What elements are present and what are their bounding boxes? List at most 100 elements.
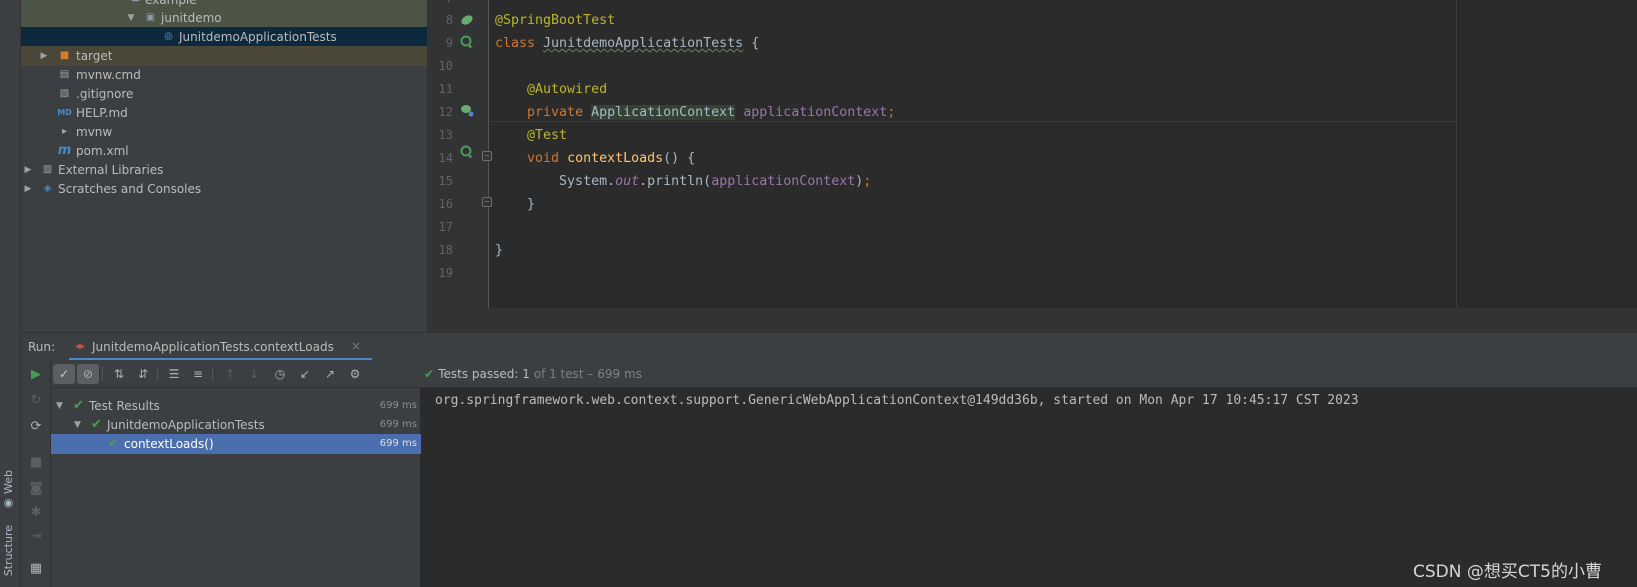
- web-icon: ◉: [2, 493, 15, 511]
- fold-icon[interactable]: −: [482, 197, 492, 207]
- code-line-14: void contextLoads() {: [527, 151, 696, 166]
- run-panel-header: Run: ◂▸ JunitdemoApplicationTests.contex…: [21, 332, 1637, 361]
- code-line-15: System.out.println(applicationContext);: [559, 174, 872, 189]
- file-icon: ▤: [59, 69, 70, 80]
- folder-icon: ▬: [128, 0, 143, 7]
- editor-gutter: 7 8 9 10 11 12 13 14 15 16 17 18 19 − −: [427, 0, 492, 310]
- camera-icon[interactable]: ◙: [25, 478, 47, 498]
- run-test-method-icon[interactable]: [459, 144, 475, 160]
- tree-item-gitignore[interactable]: ▧ .gitignore: [21, 84, 427, 104]
- line-number: 9: [445, 36, 453, 50]
- code-line-11: @Autowired: [527, 82, 608, 97]
- chevron-down-icon[interactable]: ▼: [74, 415, 81, 435]
- folder-orange-icon: ■: [59, 50, 70, 61]
- line-number: 17: [438, 220, 453, 234]
- exit-icon[interactable]: ⇥: [25, 526, 47, 546]
- rerun-failed-icon[interactable]: ↻: [25, 390, 47, 410]
- show-passed-icon[interactable]: ✓: [53, 364, 75, 384]
- arrow-up-icon[interactable]: ↑: [219, 364, 241, 384]
- structure-tool-tab[interactable]: Structure: [2, 525, 15, 576]
- line-number: 18: [438, 243, 453, 257]
- spring-bean-icon[interactable]: [459, 12, 475, 28]
- test-duration: 699 ms: [379, 438, 417, 449]
- test-row-results[interactable]: ▼ ✔ Test Results 699 ms: [51, 396, 421, 416]
- toggle-auto-test-icon[interactable]: ⟳: [25, 416, 47, 436]
- history-icon[interactable]: ◷: [269, 364, 291, 384]
- tree-item-mvnw[interactable]: ▸ mvnw: [21, 122, 427, 142]
- export-tests-icon[interactable]: ↗: [319, 364, 341, 384]
- line-number: 10: [438, 59, 453, 73]
- line-number: 11: [438, 82, 453, 96]
- script-icon: ▸: [61, 126, 68, 137]
- watermark: CSDN @想买CT5的小曹: [1413, 562, 1602, 582]
- gear-icon[interactable]: ⚙: [344, 364, 366, 384]
- toolbar-separator: [157, 367, 158, 381]
- test-status-text: ✔ Tests passed: 1 of 1 test – 699 ms: [424, 367, 642, 381]
- gitignore-icon: ▧: [59, 88, 70, 99]
- chevron-down-icon[interactable]: ▼: [56, 396, 63, 416]
- tree-item-external-libraries[interactable]: ▶ ▥ External Libraries: [21, 160, 427, 180]
- chevron-right-icon[interactable]: ▶: [22, 160, 34, 180]
- code-line-12: private ApplicationContext applicationCo…: [527, 105, 896, 120]
- close-icon[interactable]: ×: [351, 339, 361, 353]
- code-line-13: @Test: [527, 128, 568, 143]
- test-row-class[interactable]: ▼ ✔ JunitdemoApplicationTests 699 ms: [51, 415, 421, 435]
- scratches-icon: ◈: [43, 183, 52, 194]
- show-ignored-icon[interactable]: ⊘: [77, 364, 99, 384]
- tree-item-mvnw-cmd[interactable]: ▤ mvnw.cmd: [21, 65, 427, 85]
- run-tab-label: JunitdemoApplicationTests.contextLoads: [92, 340, 334, 354]
- line-number: 8: [445, 13, 453, 27]
- test-class-icon: ◎: [164, 31, 173, 42]
- run-config-icon: ◂▸: [75, 341, 86, 352]
- run-tab[interactable]: ◂▸ JunitdemoApplicationTests.contextLoad…: [69, 333, 372, 361]
- chevron-down-icon[interactable]: ▼: [125, 8, 137, 28]
- right-margin-guide: [1456, 0, 1457, 308]
- code-line-8: @SpringBootTest: [495, 13, 616, 28]
- arrow-down-icon[interactable]: ↓: [243, 364, 265, 384]
- code-line-16: }: [527, 197, 536, 212]
- tree-item-target[interactable]: ▶ ■ target: [21, 46, 427, 66]
- line-number: 13: [438, 128, 453, 142]
- run-test-icon[interactable]: [459, 34, 475, 50]
- tree-item-scratches[interactable]: ▶ ◈ Scratches and Consoles: [21, 179, 427, 199]
- libraries-icon: ▥: [42, 164, 53, 175]
- debug-icon[interactable]: ✱: [25, 502, 47, 522]
- tree-item-junitdemo[interactable]: ▼ ▣ junitdemo: [21, 8, 427, 28]
- run-label: Run:: [28, 340, 56, 354]
- markdown-icon: MD: [57, 108, 72, 117]
- test-row-method[interactable]: ✔ contextLoads() 699 ms: [51, 434, 421, 454]
- code-editor[interactable]: 7 8 9 10 11 12 13 14 15 16 17 18 19 − − …: [427, 0, 1637, 310]
- line-number: 15: [438, 174, 453, 188]
- chevron-right-icon[interactable]: ▶: [38, 46, 50, 66]
- import-tests-icon[interactable]: ↙: [294, 364, 316, 384]
- collapse-all-icon[interactable]: ≡: [187, 364, 209, 384]
- editor-bottom-bar: [427, 308, 1637, 332]
- toolbar-separator: [212, 367, 213, 381]
- code-line-18: }: [495, 243, 504, 258]
- line-number: 14: [438, 151, 453, 165]
- chevron-right-icon[interactable]: ▶: [22, 179, 34, 199]
- tree-item-pom-xml[interactable]: m pom.xml: [21, 141, 427, 161]
- sort-alpha-icon[interactable]: ⇅: [108, 364, 130, 384]
- line-number: 19: [438, 266, 453, 280]
- maven-icon: m: [57, 143, 72, 158]
- fold-icon[interactable]: −: [482, 151, 492, 161]
- package-icon: ▣: [145, 12, 156, 23]
- toolbar-separator: [102, 367, 103, 381]
- pass-check-icon: ✔: [91, 417, 102, 432]
- autowired-bean-icon[interactable]: [459, 102, 475, 118]
- web-tool-tab[interactable]: ◉ Web: [2, 470, 15, 510]
- sort-duration-icon[interactable]: ⇵: [132, 364, 154, 384]
- tree-item-help-md[interactable]: MD HELP.md: [21, 103, 427, 123]
- expand-all-icon[interactable]: ☰: [163, 364, 185, 384]
- layout-icon[interactable]: ▦: [25, 558, 47, 578]
- test-duration: 699 ms: [379, 419, 417, 430]
- project-tree: ▬ example ▼ ▣ junitdemo ◎ JunitdemoAppli…: [21, 0, 427, 332]
- console-line: org.springframework.web.context.support.…: [435, 393, 1359, 408]
- pass-check-icon: ✔: [108, 436, 119, 451]
- rerun-icon[interactable]: ▶: [25, 364, 47, 384]
- test-results-tree: ▼ ✔ Test Results 699 ms ▼ ✔ JunitdemoApp…: [51, 388, 421, 587]
- stop-icon[interactable]: ■: [25, 452, 47, 472]
- tree-item-junitdemo-application-tests[interactable]: ◎ JunitdemoApplicationTests: [21, 27, 427, 47]
- line-number: 16: [438, 197, 453, 211]
